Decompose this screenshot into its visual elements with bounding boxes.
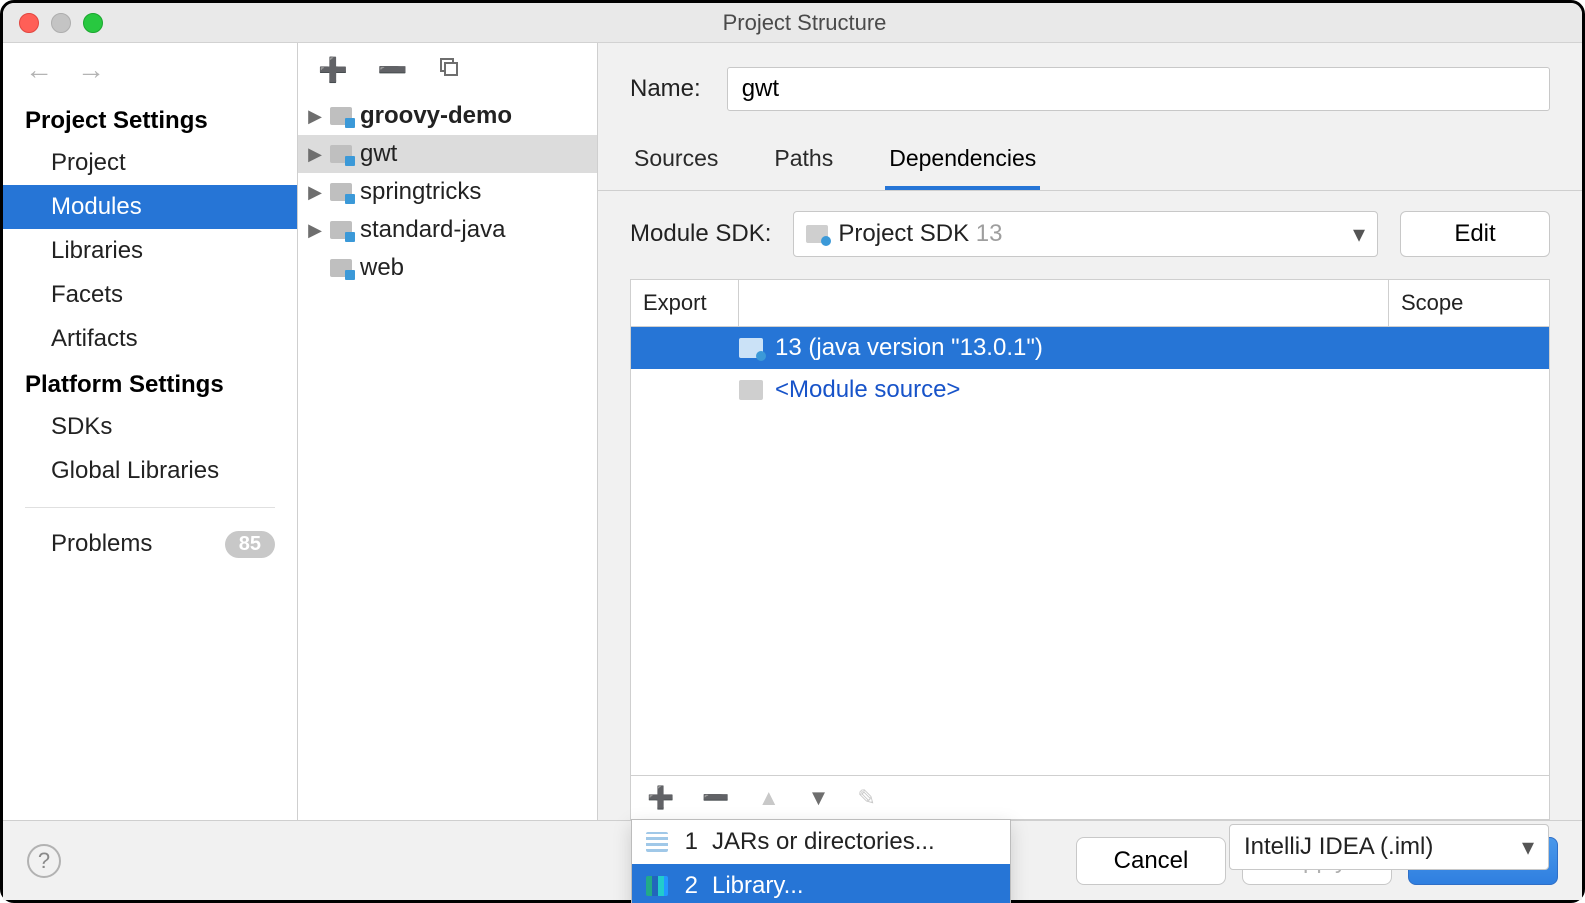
tab-dependencies[interactable]: Dependencies (885, 137, 1040, 190)
popup-item-number: 1 (682, 828, 698, 856)
nav-item-problems[interactable]: Problems 85 (3, 522, 297, 566)
nav-item-artifacts[interactable]: Artifacts (3, 317, 297, 361)
disclosure-triangle-icon[interactable]: ▶ (308, 144, 322, 165)
move-down-button[interactable]: ▼ (808, 785, 830, 811)
add-popup-item[interactable]: 2 Library... (632, 864, 1010, 903)
edit-sdk-button[interactable]: Edit (1400, 211, 1550, 257)
module-tree-item[interactable]: ▶ groovy-demo (298, 97, 597, 135)
titlebar: Project Structure (3, 3, 1582, 43)
window-title: Project Structure (43, 10, 1566, 36)
edit-dependency-button[interactable]: ✎ (857, 785, 875, 811)
copy-module-button[interactable] (438, 56, 460, 85)
tab-paths[interactable]: Paths (770, 137, 837, 190)
add-dependency-popup: 1JARs or directories...2Library...3Modul… (631, 819, 1011, 903)
popup-item-number: 2 (682, 872, 698, 900)
nav-item-modules[interactable]: Modules (3, 185, 297, 229)
add-module-button[interactable]: ➕ (318, 56, 348, 85)
module-editor: Name: Sources Paths Dependencies Module … (598, 43, 1582, 820)
module-name-label: gwt (360, 140, 397, 168)
module-folder-icon (330, 183, 352, 201)
platform-settings-header: Platform Settings (3, 361, 297, 405)
module-folder-icon (330, 145, 352, 163)
module-sdk-label: Module SDK: (630, 220, 771, 248)
disclosure-triangle-icon[interactable]: ▶ (308, 182, 322, 203)
chevron-down-icon: ▾ (1353, 220, 1365, 249)
module-folder-icon (330, 221, 352, 239)
module-folder-icon (330, 259, 352, 277)
close-window-button[interactable] (19, 13, 39, 33)
module-sdk-value: Project SDK 13 (838, 220, 1002, 248)
module-tree-item[interactable]: ▶ gwt (298, 135, 597, 173)
problems-count-badge: 85 (225, 531, 275, 558)
modules-panel: ➕ ➖ ▶ groovy-demo ▶ gwt ▶ springtricks ▶ standa… (298, 43, 598, 820)
module-name-label: standard-java (360, 216, 505, 244)
nav-item-global-libraries[interactable]: Global Libraries (3, 449, 297, 493)
add-dependency-button[interactable]: ➕ (647, 785, 674, 811)
nav-back-icon[interactable]: ← (25, 54, 53, 86)
nav-forward-icon[interactable]: → (77, 54, 105, 86)
nav-item-libraries[interactable]: Libraries (3, 229, 297, 273)
module-tree-item[interactable]: ▶ springtricks (298, 173, 597, 211)
dependency-label: <Module source> (775, 376, 960, 404)
nav-item-sdks[interactable]: SDKs (3, 405, 297, 449)
nav-separator (25, 507, 275, 508)
dependency-toolbar: ➕ ➖ ▲ ▼ ✎ 1JARs or directories...2Librar… (630, 776, 1550, 820)
disclosure-triangle-icon[interactable]: ▶ (308, 106, 322, 127)
nav-item-project[interactable]: Project (3, 141, 297, 185)
storage-format-select[interactable]: IntelliJ IDEA (.iml) ▾ (1229, 824, 1549, 870)
remove-module-button[interactable]: ➖ (378, 56, 408, 85)
module-name-label: groovy-demo (360, 102, 512, 130)
modules-tree[interactable]: ▶ groovy-demo ▶ gwt ▶ springtricks ▶ standard-j… (298, 97, 597, 820)
module-name-label: web (360, 254, 404, 282)
module-folder-icon (330, 107, 352, 125)
module-name-input[interactable] (727, 67, 1550, 111)
add-popup-item[interactable]: 1 JARs or directories... (632, 820, 1010, 864)
module-name-label: springtricks (360, 178, 481, 206)
settings-nav: ← → Project Settings Project Modules Lib… (3, 43, 298, 820)
remove-dependency-button[interactable]: ➖ (702, 785, 729, 811)
problems-label: Problems (51, 530, 152, 558)
source-folder-icon (739, 380, 763, 400)
module-tree-item[interactable]: ▶ standard-java (298, 211, 597, 249)
export-header: Export (631, 280, 739, 326)
nav-item-facets[interactable]: Facets (3, 273, 297, 317)
jar-icon (646, 832, 668, 852)
project-structure-window: Project Structure ← → Project Settings P… (0, 0, 1585, 903)
scope-header: Scope (1389, 280, 1549, 326)
dependency-label: 13 (java version "13.0.1") (775, 334, 1043, 362)
popup-item-label: JARs or directories... (712, 828, 935, 856)
dependencies-table[interactable]: Export Scope 13 (java version "13.0.1") <… (630, 279, 1550, 776)
dependency-row[interactable]: <Module source> (631, 369, 1549, 411)
dependency-row[interactable]: 13 (java version "13.0.1") (631, 327, 1549, 369)
move-up-button[interactable]: ▲ (758, 785, 780, 811)
tab-sources[interactable]: Sources (630, 137, 722, 190)
sdk-folder-icon (806, 225, 828, 243)
dependencies-table-header: Export Scope (631, 280, 1549, 327)
chevron-down-icon: ▾ (1522, 833, 1534, 862)
disclosure-triangle-icon[interactable]: ▶ (308, 220, 322, 241)
storage-format-value: IntelliJ IDEA (.iml) (1244, 833, 1433, 861)
help-button[interactable]: ? (27, 844, 61, 878)
module-tree-item[interactable]: web (298, 249, 597, 287)
module-sdk-select[interactable]: Project SDK 13 ▾ (793, 211, 1378, 257)
popup-item-label: Library... (712, 872, 804, 900)
cancel-button[interactable]: Cancel (1076, 837, 1226, 885)
project-settings-header: Project Settings (3, 97, 297, 141)
jdk-folder-icon (739, 338, 763, 358)
name-label: Name: (630, 75, 701, 103)
lib-icon (646, 876, 668, 896)
